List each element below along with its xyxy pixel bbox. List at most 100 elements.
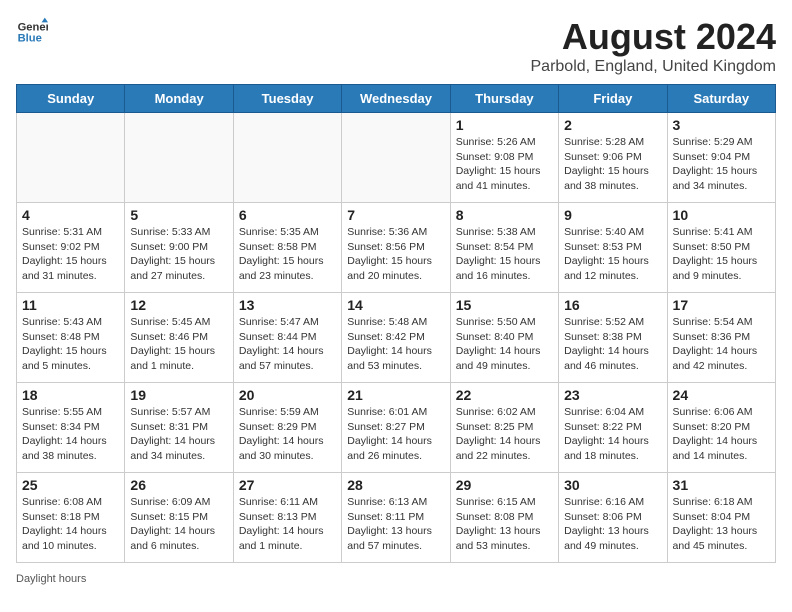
- calendar-cell: 29 Sunrise: 6:15 AM Sunset: 8:08 PM Dayli…: [450, 473, 558, 563]
- date-number: 16: [564, 297, 661, 313]
- main-title: August 2024: [531, 16, 777, 58]
- date-number: 25: [22, 477, 119, 493]
- page-header: General Blue August 2024 Parbold, Englan…: [16, 16, 776, 76]
- calendar-cell: 5 Sunrise: 5:33 AM Sunset: 9:00 PM Daylig…: [125, 203, 233, 293]
- date-number: 26: [130, 477, 227, 493]
- cell-info: Sunrise: 6:15 AM Sunset: 8:08 PM Dayligh…: [456, 495, 553, 554]
- date-number: 20: [239, 387, 336, 403]
- date-number: 12: [130, 297, 227, 313]
- date-number: 2: [564, 117, 661, 133]
- date-number: 13: [239, 297, 336, 313]
- calendar-cell: 1 Sunrise: 5:26 AM Sunset: 9:08 PM Daylig…: [450, 113, 558, 203]
- calendar-cell: 27 Sunrise: 6:11 AM Sunset: 8:13 PM Dayli…: [233, 473, 341, 563]
- cell-info: Sunrise: 6:06 AM Sunset: 8:20 PM Dayligh…: [673, 405, 770, 464]
- date-number: 5: [130, 207, 227, 223]
- cell-info: Sunrise: 5:54 AM Sunset: 8:36 PM Dayligh…: [673, 315, 770, 374]
- cell-info: Sunrise: 5:50 AM Sunset: 8:40 PM Dayligh…: [456, 315, 553, 374]
- calendar-cell: 31Sunrise: 6:18 AM Sunset: 8:04 PM Dayli…: [667, 473, 775, 563]
- day-header-wednesday: Wednesday: [342, 85, 450, 113]
- calendar-body: 1 Sunrise: 5:26 AM Sunset: 9:08 PM Daylig…: [17, 113, 776, 563]
- calendar-cell: 4 Sunrise: 5:31 AM Sunset: 9:02 PM Daylig…: [17, 203, 125, 293]
- week-row-5: 25 Sunrise: 6:08 AM Sunset: 8:18 PM Dayli…: [17, 473, 776, 563]
- date-number: 17: [673, 297, 770, 313]
- calendar-cell: 3Sunrise: 5:29 AM Sunset: 9:04 PM Daylig…: [667, 113, 775, 203]
- date-number: 14: [347, 297, 444, 313]
- date-number: 9: [564, 207, 661, 223]
- calendar-cell: 16 Sunrise: 5:52 AM Sunset: 8:38 PM Dayli…: [559, 293, 667, 383]
- date-number: 4: [22, 207, 119, 223]
- calendar-cell: [233, 113, 341, 203]
- cell-info: Sunrise: 5:26 AM Sunset: 9:08 PM Dayligh…: [456, 135, 553, 194]
- day-header-friday: Friday: [559, 85, 667, 113]
- cell-info: Sunrise: 6:11 AM Sunset: 8:13 PM Dayligh…: [239, 495, 336, 554]
- cell-info: Sunrise: 5:43 AM Sunset: 8:48 PM Dayligh…: [22, 315, 119, 374]
- cell-info: Sunrise: 6:13 AM Sunset: 8:11 PM Dayligh…: [347, 495, 444, 554]
- week-row-3: 11 Sunrise: 5:43 AM Sunset: 8:48 PM Dayli…: [17, 293, 776, 383]
- date-number: 28: [347, 477, 444, 493]
- calendar-cell: 20 Sunrise: 5:59 AM Sunset: 8:29 PM Dayli…: [233, 383, 341, 473]
- cell-info: Sunrise: 5:57 AM Sunset: 8:31 PM Dayligh…: [130, 405, 227, 464]
- cell-info: Sunrise: 5:36 AM Sunset: 8:56 PM Dayligh…: [347, 225, 444, 284]
- calendar-cell: 7 Sunrise: 5:36 AM Sunset: 8:56 PM Daylig…: [342, 203, 450, 293]
- week-row-1: 1 Sunrise: 5:26 AM Sunset: 9:08 PM Daylig…: [17, 113, 776, 203]
- calendar-cell: 15 Sunrise: 5:50 AM Sunset: 8:40 PM Dayli…: [450, 293, 558, 383]
- cell-info: Sunrise: 5:52 AM Sunset: 8:38 PM Dayligh…: [564, 315, 661, 374]
- calendar-cell: 30Sunrise: 6:16 AM Sunset: 8:06 PM Dayli…: [559, 473, 667, 563]
- calendar-cell: [342, 113, 450, 203]
- date-number: 15: [456, 297, 553, 313]
- date-number: 7: [347, 207, 444, 223]
- date-number: 11: [22, 297, 119, 313]
- week-row-2: 4 Sunrise: 5:31 AM Sunset: 9:02 PM Daylig…: [17, 203, 776, 293]
- date-number: 19: [130, 387, 227, 403]
- date-number: 27: [239, 477, 336, 493]
- date-number: 29: [456, 477, 553, 493]
- calendar-cell: 8 Sunrise: 5:38 AM Sunset: 8:54 PM Daylig…: [450, 203, 558, 293]
- logo: General Blue: [16, 16, 48, 48]
- calendar-cell: [125, 113, 233, 203]
- date-number: 23: [564, 387, 661, 403]
- title-section: August 2024 Parbold, England, United Kin…: [531, 16, 777, 76]
- calendar-cell: 13 Sunrise: 5:47 AM Sunset: 8:44 PM Dayli…: [233, 293, 341, 383]
- cell-info: Sunrise: 6:02 AM Sunset: 8:25 PM Dayligh…: [456, 405, 553, 464]
- cell-info: Sunrise: 6:09 AM Sunset: 8:15 PM Dayligh…: [130, 495, 227, 554]
- date-number: 22: [456, 387, 553, 403]
- day-header-sunday: Sunday: [17, 85, 125, 113]
- svg-text:General: General: [18, 21, 48, 33]
- day-header-tuesday: Tuesday: [233, 85, 341, 113]
- calendar-cell: 21Sunrise: 6:01 AM Sunset: 8:27 PM Dayli…: [342, 383, 450, 473]
- svg-text:Blue: Blue: [18, 33, 42, 45]
- cell-info: Sunrise: 5:59 AM Sunset: 8:29 PM Dayligh…: [239, 405, 336, 464]
- cell-info: Sunrise: 5:55 AM Sunset: 8:34 PM Dayligh…: [22, 405, 119, 464]
- calendar-cell: 2 Sunrise: 5:28 AM Sunset: 9:06 PM Daylig…: [559, 113, 667, 203]
- calendar-cell: 23 Sunrise: 6:04 AM Sunset: 8:22 PM Dayli…: [559, 383, 667, 473]
- cell-info: Sunrise: 5:38 AM Sunset: 8:54 PM Dayligh…: [456, 225, 553, 284]
- date-number: 6: [239, 207, 336, 223]
- cell-info: Sunrise: 5:33 AM Sunset: 9:00 PM Dayligh…: [130, 225, 227, 284]
- calendar-cell: 9Sunrise: 5:40 AM Sunset: 8:53 PM Daylig…: [559, 203, 667, 293]
- daylight-label: Daylight hours: [16, 573, 86, 585]
- footer: Daylight hours: [16, 573, 776, 585]
- date-number: 1: [456, 117, 553, 133]
- cell-info: Sunrise: 6:04 AM Sunset: 8:22 PM Dayligh…: [564, 405, 661, 464]
- calendar-cell: 18Sunrise: 5:55 AM Sunset: 8:34 PM Dayli…: [17, 383, 125, 473]
- calendar-cell: [17, 113, 125, 203]
- calendar-cell: 22 Sunrise: 6:02 AM Sunset: 8:25 PM Dayli…: [450, 383, 558, 473]
- date-number: 10: [673, 207, 770, 223]
- calendar-cell: 26 Sunrise: 6:09 AM Sunset: 8:15 PM Dayli…: [125, 473, 233, 563]
- calendar-cell: 17 Sunrise: 5:54 AM Sunset: 8:36 PM Dayli…: [667, 293, 775, 383]
- cell-info: Sunrise: 5:47 AM Sunset: 8:44 PM Dayligh…: [239, 315, 336, 374]
- cell-info: Sunrise: 6:08 AM Sunset: 8:18 PM Dayligh…: [22, 495, 119, 554]
- cell-info: Sunrise: 5:28 AM Sunset: 9:06 PM Dayligh…: [564, 135, 661, 194]
- date-number: 3: [673, 117, 770, 133]
- calendar-cell: 19 Sunrise: 5:57 AM Sunset: 8:31 PM Dayli…: [125, 383, 233, 473]
- cell-info: Sunrise: 5:31 AM Sunset: 9:02 PM Dayligh…: [22, 225, 119, 284]
- date-number: 8: [456, 207, 553, 223]
- cell-info: Sunrise: 6:18 AM Sunset: 8:04 PM Dayligh…: [673, 495, 770, 554]
- cell-info: Sunrise: 5:48 AM Sunset: 8:42 PM Dayligh…: [347, 315, 444, 374]
- week-row-4: 18Sunrise: 5:55 AM Sunset: 8:34 PM Dayli…: [17, 383, 776, 473]
- date-number: 21: [347, 387, 444, 403]
- day-header-row: SundayMondayTuesdayWednesdayThursdayFrid…: [17, 85, 776, 113]
- cell-info: Sunrise: 5:45 AM Sunset: 8:46 PM Dayligh…: [130, 315, 227, 374]
- calendar-cell: 6Sunrise: 5:35 AM Sunset: 8:58 PM Daylig…: [233, 203, 341, 293]
- day-header-monday: Monday: [125, 85, 233, 113]
